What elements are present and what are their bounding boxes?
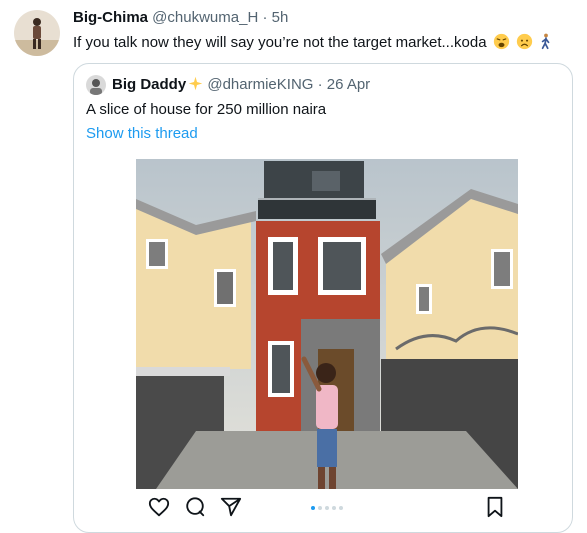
carousel-dot[interactable]	[311, 506, 315, 510]
quoted-author-handle[interactable]: @dharmieKING	[207, 76, 313, 93]
quoted-tweet-text: A slice of house for 250 million naira	[86, 101, 327, 118]
carousel-indicator	[311, 506, 343, 510]
author-name[interactable]: Big-Chima	[73, 9, 148, 26]
tweet-text: If you talk now they will say you’re not…	[73, 33, 553, 54]
post-action-bar	[136, 492, 518, 522]
tweet-time[interactable]: 5h	[272, 9, 289, 26]
author-avatar[interactable]	[14, 10, 60, 56]
header-separator: ·	[258, 9, 272, 26]
person-walking-emoji	[539, 33, 553, 54]
worried-face-emoji	[516, 33, 533, 54]
carousel-dot[interactable]	[325, 506, 329, 510]
carousel-dot[interactable]	[332, 506, 336, 510]
send-icon[interactable]	[220, 496, 242, 518]
quoted-tweet-date[interactable]: 26 Apr	[327, 76, 370, 93]
carousel-dot[interactable]	[339, 506, 343, 510]
comment-icon[interactable]	[184, 496, 206, 518]
quoted-author-name[interactable]: Big Daddy	[112, 76, 186, 93]
quoted-tweet-card[interactable]: Big Daddy @dharmieKING · 26 Apr A slice …	[73, 63, 573, 533]
tweet-body: If you talk now they will say you’re not…	[73, 34, 487, 51]
author-handle[interactable]: @chukwuma_H	[152, 9, 258, 26]
house-photo[interactable]	[136, 159, 519, 489]
tweet-header: Big-Chima @chukwuma_H · 5h	[73, 9, 288, 26]
quoted-author-avatar[interactable]	[86, 75, 106, 95]
heart-icon[interactable]	[148, 496, 170, 518]
quoted-tweet-header: Big Daddy @dharmieKING · 26 Apr	[112, 76, 370, 95]
show-thread-link[interactable]: Show this thread	[86, 125, 198, 142]
quoted-header-separator: ·	[313, 76, 327, 93]
bookmark-icon[interactable]	[484, 496, 506, 518]
sparkle-emoji	[188, 76, 203, 95]
weary-face-emoji	[493, 33, 510, 54]
carousel-dot[interactable]	[318, 506, 322, 510]
